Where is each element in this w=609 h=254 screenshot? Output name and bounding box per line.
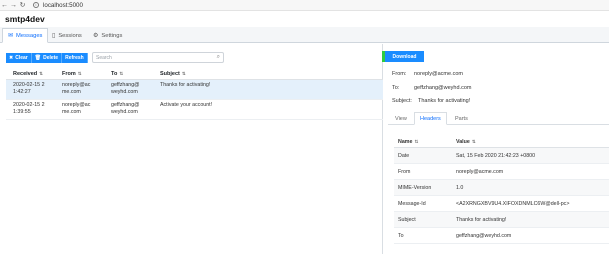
back-icon[interactable]: ← xyxy=(0,1,9,10)
column-subject[interactable]: Subject ⇅ xyxy=(153,70,383,78)
sessions-icon: ▯ xyxy=(52,33,56,39)
headers-table-header: Name ⇅ Value ⇅ xyxy=(394,137,609,148)
table-header: Received ⇅ From ⇅ To ⇅ Subject ⇅ xyxy=(6,69,383,80)
to-cell: geffzhang@ weyhd.com xyxy=(111,102,140,115)
from-cell: noreply@ac me.com xyxy=(62,102,91,115)
info-icon: i xyxy=(33,2,39,8)
column-to[interactable]: To ⇅ xyxy=(104,70,153,78)
sort-icon: ⇅ xyxy=(119,71,124,76)
main-tabs: ✉ Messages ▯ Sessions ⚙ Settings xyxy=(0,27,609,43)
preview-from: From: noreply@acme.com xyxy=(392,71,463,77)
sort-icon: ⇅ xyxy=(181,71,186,76)
table-row[interactable]: 2020-02-15 2 1:39:55 noreply@ac me.com g… xyxy=(6,100,383,120)
subject-cell: Activate your account! xyxy=(160,102,213,108)
search-icon: ⌕ xyxy=(216,54,220,60)
preview-to: To: geffzhang@weyhd.com xyxy=(392,85,472,91)
headers-table: Name ⇅ Value ⇅ Date Sat, 15 Feb 2020 21:42… xyxy=(394,137,609,244)
column-from[interactable]: From ⇅ xyxy=(55,70,104,78)
app-title: smtp4dev xyxy=(5,14,45,24)
search-input[interactable]: Search ⌕ xyxy=(92,52,224,63)
message-preview-pane: Download From: noreply@acme.com To: geff… xyxy=(382,44,609,254)
tab-settings[interactable]: ⚙ Settings xyxy=(88,28,127,43)
sort-icon: ⇅ xyxy=(471,139,476,144)
messages-table: Received ⇅ From ⇅ To ⇅ Subject ⇅ 2020-02-15 … xyxy=(6,69,383,120)
reload-icon[interactable]: ↻ xyxy=(18,1,27,10)
header-row: To geffzhang@weyhd.com xyxy=(394,228,609,244)
tab-parts[interactable]: Parts xyxy=(450,112,473,125)
header-row: Message-Id <A2XRNGXBV9U4.XIFOXDNMLC6W@de… xyxy=(394,196,609,212)
clear-icon: ✖ xyxy=(9,55,14,61)
from-cell: noreply@ac me.com xyxy=(62,82,91,95)
message-toolbar: ✖ Clear 🗑 Delete Refresh xyxy=(6,53,88,63)
tab-headers[interactable]: Headers xyxy=(414,112,447,125)
search-placeholder: Search xyxy=(96,54,112,61)
header-row: MIME-Version 1.0 xyxy=(394,180,609,196)
url-text: localhost:5000 xyxy=(43,1,83,9)
sort-icon: ⇅ xyxy=(414,139,419,144)
envelope-icon: ✉ xyxy=(8,33,14,39)
tab-sessions[interactable]: ▯ Sessions xyxy=(47,28,87,43)
received-cell: 2020-02-15 2 1:42:27 xyxy=(13,82,45,95)
preview-subject: Subject: Thanks for activating! xyxy=(392,98,471,104)
column-value[interactable]: Value ⇅ xyxy=(456,139,609,145)
header-row: Date Sat, 15 Feb 2020 21:42:23 +0800 xyxy=(394,148,609,164)
subject-cell: Thanks for activating! xyxy=(160,82,211,88)
message-list-pane: ✖ Clear 🗑 Delete Refresh Search ⌕ Receiv… xyxy=(0,44,383,254)
table-row[interactable]: 2020-02-15 2 1:42:27 noreply@ac me.com g… xyxy=(6,80,383,100)
to-cell: geffzhang@ weyhd.com xyxy=(111,82,140,95)
gear-icon: ⚙ xyxy=(93,33,99,39)
refresh-button[interactable]: Refresh xyxy=(62,53,88,63)
tab-messages[interactable]: ✉ Messages xyxy=(2,28,49,43)
header-row: Subject Thanks for activating! xyxy=(394,212,609,228)
column-received[interactable]: Received ⇅ xyxy=(6,70,55,78)
browser-toolbar: ← → ↻ i localhost:5000 xyxy=(0,0,609,11)
tab-view[interactable]: View xyxy=(390,112,412,125)
preview-tabs: View Headers Parts xyxy=(388,112,609,125)
address-bar[interactable]: i localhost:5000 xyxy=(33,2,83,9)
sort-icon: ⇅ xyxy=(39,71,43,76)
delete-button[interactable]: 🗑 Delete xyxy=(31,53,63,63)
clear-button[interactable]: ✖ Clear xyxy=(6,53,32,63)
download-button[interactable]: Download xyxy=(382,51,424,62)
column-name[interactable]: Name ⇅ xyxy=(394,139,456,145)
trash-icon: 🗑 xyxy=(34,55,42,61)
sort-icon: ⇅ xyxy=(77,71,82,76)
header-row: From noreply@acme.com xyxy=(394,164,609,180)
forward-icon[interactable]: → xyxy=(9,1,18,10)
received-cell: 2020-02-15 2 1:39:55 xyxy=(13,102,45,115)
